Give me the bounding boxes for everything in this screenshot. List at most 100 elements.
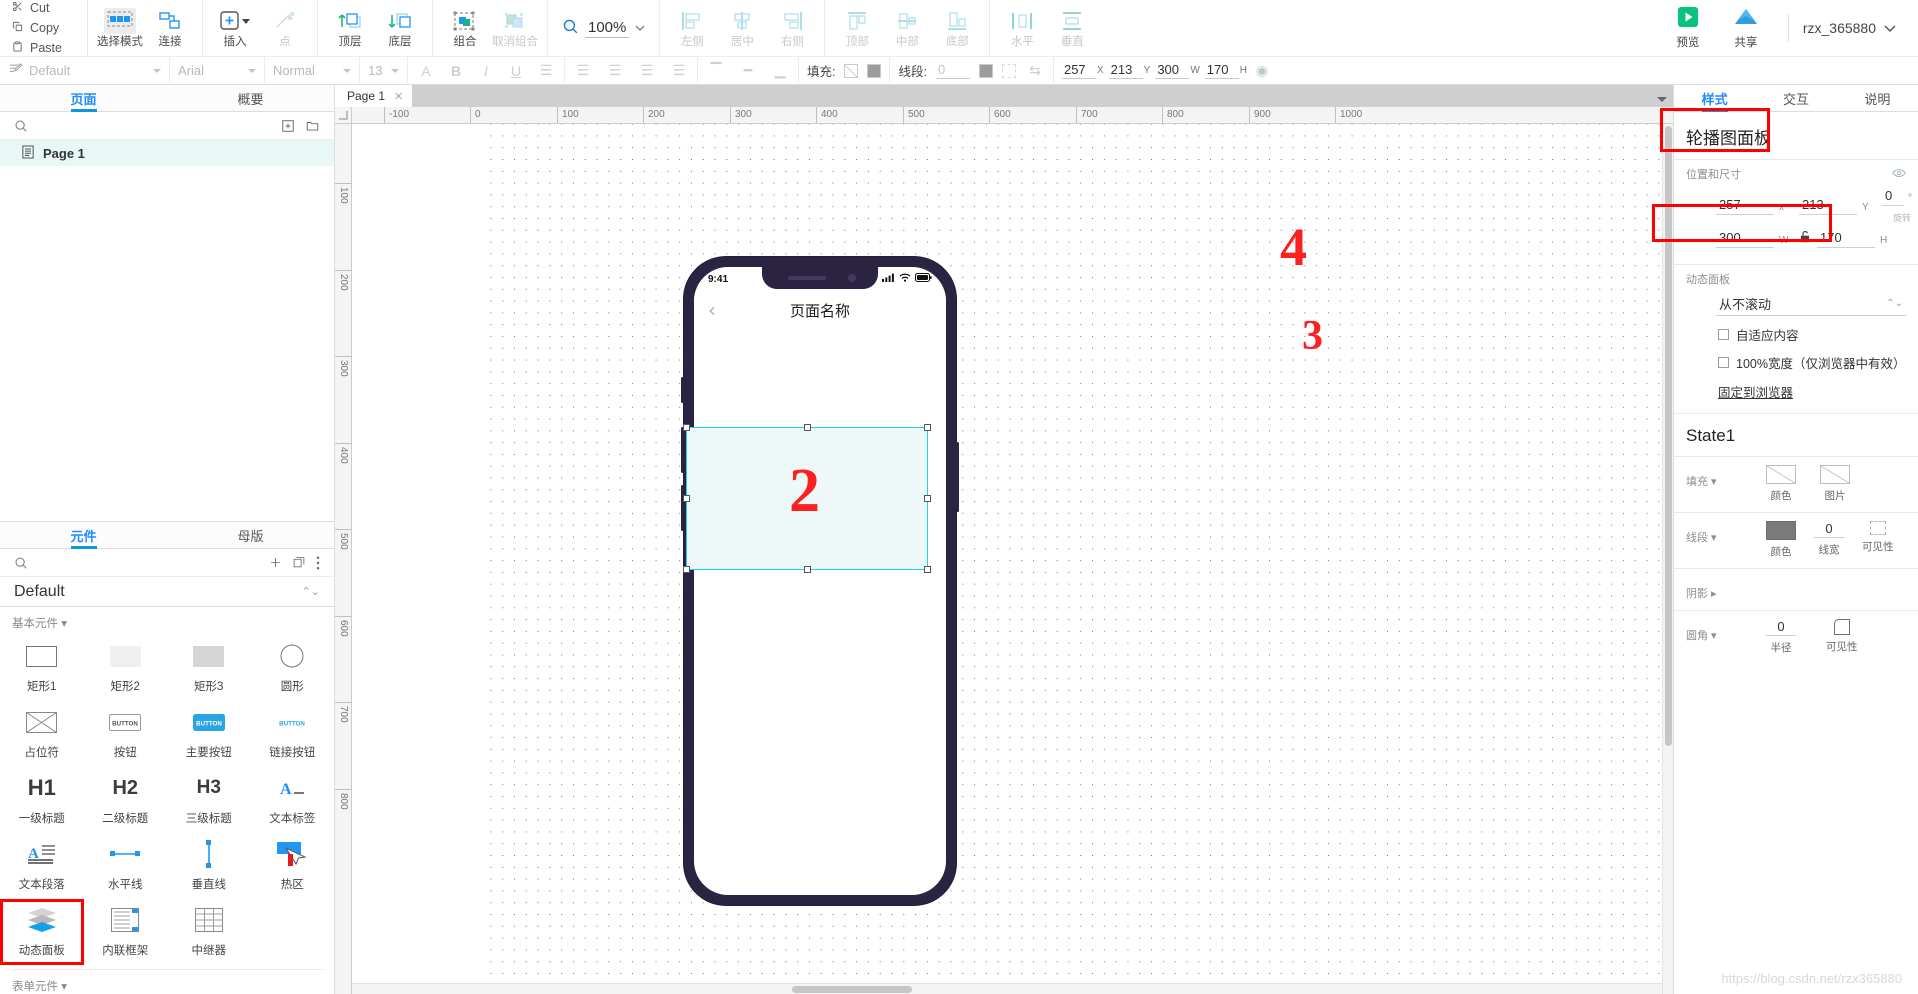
bold-icon[interactable]: B (446, 63, 466, 79)
widget-inline-frame[interactable]: 内联框架 (84, 899, 168, 965)
corner-radius-item[interactable]: 0 半径 (1766, 619, 1796, 655)
font-color-icon[interactable]: A (416, 63, 436, 79)
preview-button[interactable]: 预览 (1660, 6, 1716, 50)
full-width-checkbox[interactable] (1718, 357, 1729, 368)
widget-text-label[interactable]: A 文本标签 (251, 767, 335, 833)
chevron-down-icon[interactable] (635, 21, 645, 35)
add-library-icon[interactable] (269, 556, 282, 569)
selected-dynamic-panel[interactable] (686, 427, 928, 570)
widget-rect2[interactable]: 矩形2 (84, 635, 168, 701)
tab-notes[interactable]: 说明 (1837, 85, 1918, 111)
font-size-wrap[interactable]: 13 (368, 63, 399, 78)
line-visibility-item[interactable]: 可见性 (1862, 521, 1894, 559)
line-visibility-swatch[interactable] (1869, 521, 1886, 535)
ruler-corner[interactable] (335, 107, 352, 123)
resize-handle-tr[interactable] (924, 424, 931, 431)
font-size-select[interactable]: 13 (360, 56, 408, 85)
rotation-value[interactable]: 0 (1882, 188, 1904, 206)
pin-to-browser-link[interactable]: 固定到浏览器 (1718, 382, 1793, 401)
fill-color-item[interactable]: 颜色 (1766, 465, 1796, 503)
scrollbar-thumb[interactable] (792, 986, 912, 993)
fit-content-checkbox[interactable] (1718, 329, 1729, 340)
resize-handle-mr[interactable] (924, 495, 931, 502)
close-icon[interactable]: ✕ (394, 90, 403, 103)
line-width-input[interactable]: 0 (935, 62, 970, 79)
resize-handle-tc[interactable] (804, 424, 811, 431)
scroll-mode-select[interactable]: 从不滚动 ⌃⌄ (1716, 292, 1906, 316)
align-left-icon[interactable]: ☰ (573, 62, 593, 79)
y-input[interactable]: 213 (1108, 62, 1143, 79)
valign-top-icon[interactable]: ▔ (706, 62, 726, 79)
h-input[interactable]: 170 (1204, 62, 1239, 79)
resize-handle-bc[interactable] (804, 566, 811, 573)
group-button[interactable]: 组合 (442, 5, 488, 49)
chevron-left-icon[interactable]: ‹ (708, 298, 716, 322)
widget-repeater[interactable]: 中继器 (167, 899, 251, 965)
widget-rect1[interactable]: 矩形1 (0, 635, 84, 701)
widget-hotspot[interactable]: 热区 (251, 833, 335, 899)
align-justify-icon[interactable]: ☰ (669, 62, 689, 79)
point-button[interactable]: 点 (262, 5, 308, 49)
corner-radius-value[interactable]: 0 (1766, 619, 1796, 636)
italic-icon[interactable]: I (476, 63, 496, 79)
widget-rect3[interactable]: 矩形3 (167, 635, 251, 701)
widget-button[interactable]: BUTTON 按钮 (84, 701, 168, 767)
align-top-button[interactable]: 顶部 (834, 5, 880, 49)
library-selector[interactable]: Default ⌃⌄ (0, 577, 334, 607)
style-select[interactable]: Default (0, 56, 170, 85)
widget-dynamic-panel[interactable]: 动态面板 (0, 899, 84, 965)
widget-h3[interactable]: H3 三级标题 (167, 767, 251, 833)
fill-image-item[interactable]: 图片 (1820, 465, 1850, 503)
share-button[interactable]: 共享 (1718, 6, 1774, 50)
fill-color-swatch[interactable] (1766, 465, 1796, 484)
resize-handle-ml[interactable] (683, 495, 690, 502)
design-canvas[interactable]: 9:41 ‹ 页面名称 2 3 4 (352, 124, 1673, 994)
line-color-swatch[interactable] (1766, 521, 1796, 540)
canvas-tabs-dropdown-icon[interactable] (1657, 97, 1667, 102)
add-folder-icon[interactable] (305, 119, 320, 133)
library-more-icon[interactable] (316, 556, 320, 570)
account-menu[interactable]: rzx_365880 (1803, 20, 1902, 36)
align-center-icon[interactable]: ☰ (605, 62, 625, 79)
connect-button[interactable]: 连接 (147, 5, 193, 49)
resize-handle-br[interactable] (924, 566, 931, 573)
eye-icon[interactable] (1892, 168, 1906, 181)
form-widgets-header[interactable]: 表单元件 ▾ (0, 970, 334, 994)
canvas-horizontal-scrollbar[interactable] (352, 983, 1662, 994)
full-width-checkbox-row[interactable]: 100%宽度（仅浏览器中有效） (1718, 353, 1906, 372)
widget-h2[interactable]: H2 二级标题 (84, 767, 168, 833)
widget-vertical-line[interactable]: 垂直线 (167, 833, 251, 899)
widget-horizontal-line[interactable]: 水平线 (84, 833, 168, 899)
dynamic-panel-header[interactable]: 动态面板 (1686, 271, 1906, 287)
line-style-swatch[interactable] (1001, 63, 1016, 78)
line-width-item[interactable]: 0 线宽 (1814, 521, 1844, 559)
corner-visibility-swatch[interactable] (1833, 619, 1850, 635)
library-options-icon[interactable] (292, 556, 306, 569)
font-family-select[interactable]: Arial (170, 56, 265, 85)
eye-icon[interactable]: ◉ (1252, 62, 1272, 79)
phone-mockup[interactable]: 9:41 ‹ 页面名称 (681, 257, 959, 905)
arrow-style-icon[interactable]: ⇆ (1025, 62, 1045, 79)
ungroup-button[interactable]: 取消组合 (492, 5, 538, 49)
rotation-field[interactable]: 0 ° 旋转 (1882, 188, 1918, 224)
line-color-swatch[interactable] (978, 63, 993, 78)
valign-bottom-icon[interactable]: ▁ (770, 62, 790, 79)
shadow-property-row[interactable]: 阴影 ▸ (1674, 568, 1918, 610)
corner-visibility-item[interactable]: 可见性 (1826, 619, 1858, 655)
fit-content-checkbox-row[interactable]: 自适应内容 (1718, 325, 1906, 344)
canvas-vertical-scrollbar[interactable] (1662, 124, 1673, 994)
tab-outline[interactable]: 概要 (167, 85, 334, 111)
align-bottom-button[interactable]: 底部 (934, 5, 980, 49)
bullet-list-icon[interactable]: ☰ (536, 62, 556, 79)
tab-masters[interactable]: 母版 (167, 522, 334, 548)
bring-to-front-button[interactable]: 顶层 (327, 5, 373, 49)
paste-button[interactable]: Paste (12, 39, 87, 56)
add-page-icon[interactable] (281, 119, 295, 133)
widget-placeholder[interactable]: 占位符 (0, 701, 84, 767)
align-middle-button[interactable]: 中部 (884, 5, 930, 49)
send-to-back-button[interactable]: 底层 (377, 5, 423, 49)
widget-primary-button[interactable]: BUTTON 主要按钮 (167, 701, 251, 767)
align-left-button[interactable]: 左侧 (669, 5, 715, 49)
page-list-item[interactable]: Page 1 (0, 140, 334, 166)
selection-mode-button[interactable]: 选择模式 (97, 5, 143, 49)
